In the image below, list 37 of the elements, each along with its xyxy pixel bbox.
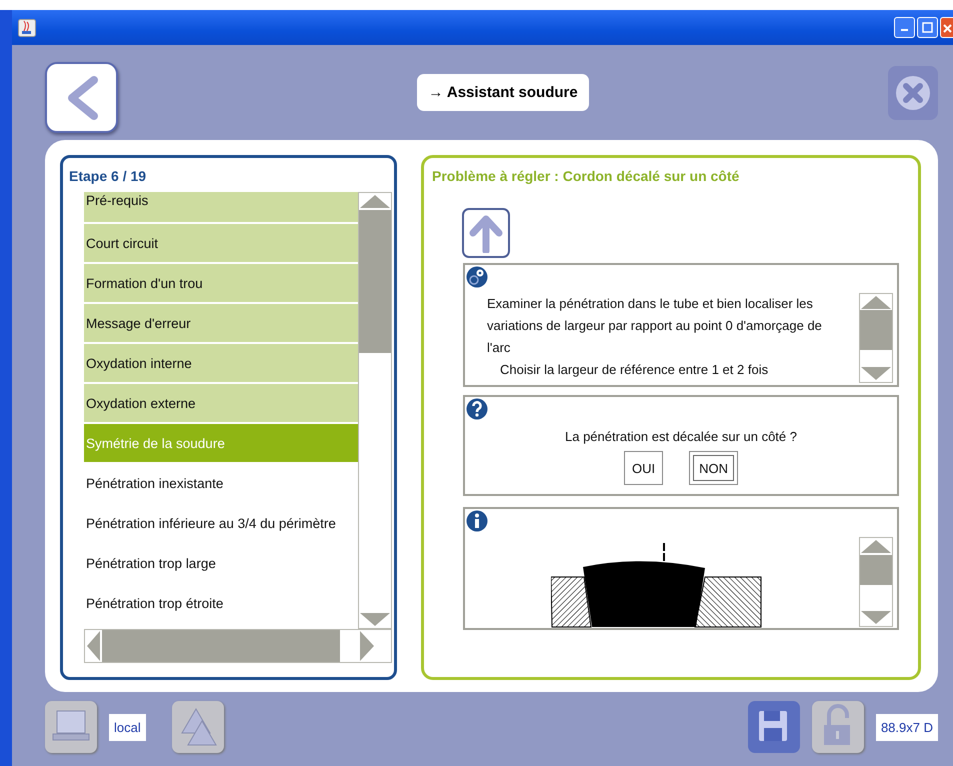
info-icon (466, 510, 488, 532)
laptop-icon (52, 710, 90, 740)
instruction-text: Examiner la pénétration dans le tube et bien localiser les variations de largeur par rapport au point 0 d'amorçage de l'arc (487, 295, 823, 357)
question-icon (466, 398, 488, 420)
instruction-note: Choisir la largeur de référence entre 1 et 2 fois (499, 361, 770, 379)
unlocked-padlock-icon (824, 704, 850, 745)
step-item[interactable]: Formation d'un trou (84, 264, 358, 304)
step-item[interactable]: Oxydation externe (84, 384, 358, 424)
close-button[interactable] (888, 66, 938, 120)
question-text: La pénétration est décalée sur un côté ? (564, 429, 798, 444)
horizontal-scrollbar[interactable] (84, 629, 392, 663)
assistant-title: → Assistant soudure (417, 74, 589, 111)
location-label: local (109, 714, 146, 740)
close-button[interactable] (940, 17, 953, 38)
step-item[interactable]: Court circuit (84, 224, 358, 264)
step-counter: Etape 6 / 19 (69, 168, 148, 184)
close-icon (942, 22, 952, 32)
up-button[interactable] (462, 208, 510, 258)
step-item[interactable]: Oxydation interne (84, 344, 358, 384)
triangles-icon (180, 708, 217, 746)
answer-button[interactable]: OUI (624, 451, 664, 485)
gears-icon (466, 266, 488, 288)
scrollbar[interactable] (859, 537, 893, 627)
step-item[interactable]: Message d'erreur (84, 304, 358, 344)
minimize-button[interactable] (894, 17, 915, 38)
step-item[interactable]: Pré-requis (84, 192, 358, 224)
scrollbar[interactable] (358, 192, 392, 629)
maximize-button[interactable] (917, 17, 938, 38)
save-button[interactable] (748, 701, 800, 753)
maximize-icon (922, 22, 933, 33)
dimensions-label: 88.9x7 D (876, 714, 938, 740)
arrow-up-icon (469, 213, 503, 253)
app-icon (18, 18, 36, 36)
back-button[interactable] (45, 62, 118, 133)
problem-title: Problème à régler : Cordon décalé sur un côté (432, 168, 740, 184)
answer-button[interactable]: NON (689, 451, 738, 485)
scrollbar[interactable] (859, 293, 893, 383)
